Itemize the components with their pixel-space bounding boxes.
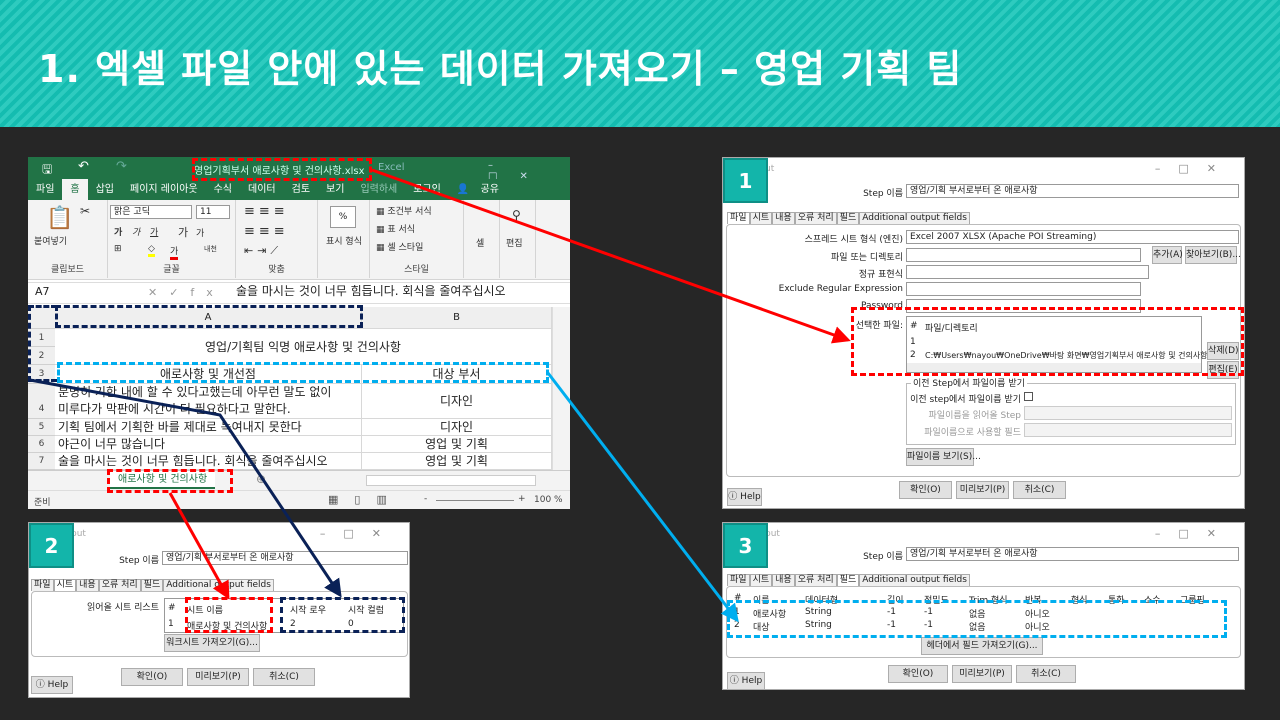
arrow-overlay	[29, 168, 851, 623]
arrow-sheet-to-dialog2	[168, 492, 230, 600]
arrow-filename-to-dialog1	[371, 168, 851, 344]
arrow-row3-to-dialog3	[546, 372, 739, 623]
arrow-rows-to-dialog2	[29, 378, 342, 598]
